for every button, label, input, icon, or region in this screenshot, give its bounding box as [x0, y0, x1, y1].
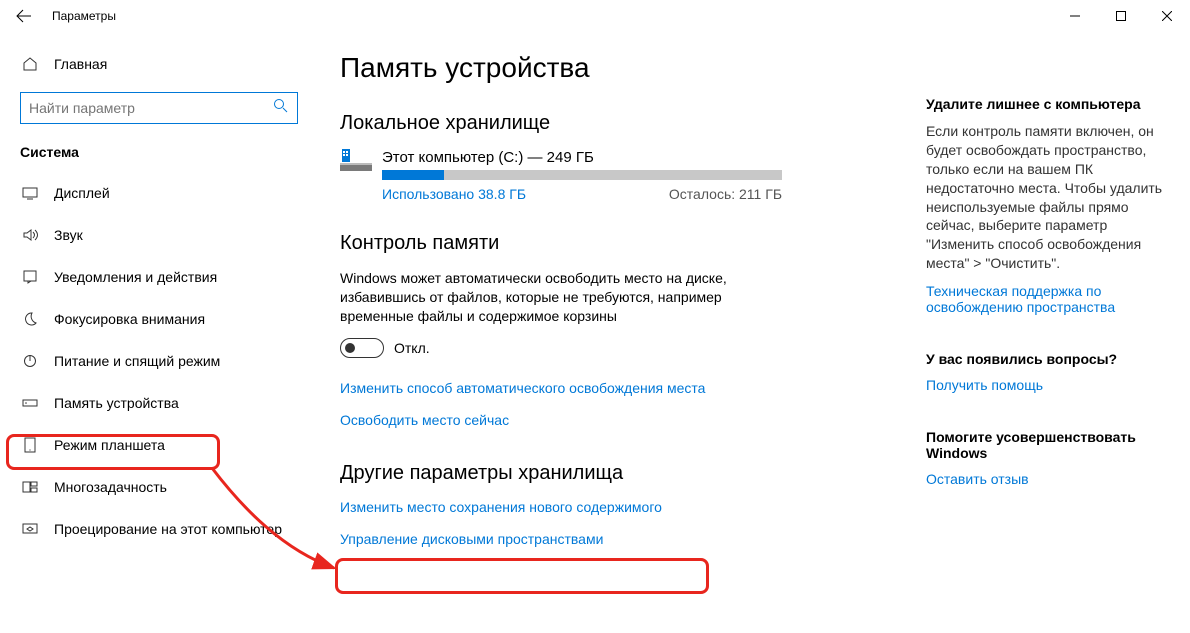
nav-label: Проецирование на этот компьютер	[54, 521, 282, 537]
storage-sense-toggle[interactable]	[340, 338, 384, 358]
storage-sense-desc: Windows может автоматически освободить м…	[340, 269, 770, 326]
home-label: Главная	[54, 56, 107, 72]
nav-projecting[interactable]: Проецирование на этот компьютер	[14, 508, 298, 550]
project-icon	[20, 521, 40, 537]
home-icon	[20, 56, 40, 72]
nav-focus[interactable]: Фокусировка внимания	[14, 298, 298, 340]
right-link-support[interactable]: Техническая поддержка по освобождению пр…	[926, 283, 1166, 315]
right-link-help[interactable]: Получить помощь	[926, 377, 1166, 393]
window-title: Параметры	[52, 9, 1052, 23]
nav-label: Дисплей	[54, 185, 110, 201]
power-icon	[20, 353, 40, 369]
search-icon	[273, 98, 289, 119]
right-title-questions: У вас появились вопросы?	[926, 351, 1166, 367]
tablet-icon	[20, 437, 40, 453]
drive-progress	[382, 170, 782, 180]
nav-storage[interactable]: Память устройства	[14, 382, 298, 424]
nav-notifications[interactable]: Уведомления и действия	[14, 256, 298, 298]
notification-icon	[20, 269, 40, 285]
maximize-icon	[1116, 11, 1126, 21]
minimize-icon	[1070, 11, 1080, 21]
right-title-feedback: Помогите усовершенствовать Windows	[926, 429, 1166, 461]
search-input[interactable]	[20, 92, 298, 124]
toggle-knob	[345, 343, 355, 353]
right-text-cleanup: Если контроль памяти включен, он будет о…	[926, 122, 1166, 273]
drive-icon	[340, 149, 372, 173]
nav-label: Уведомления и действия	[54, 269, 217, 285]
arrow-left-icon	[16, 8, 32, 24]
drive-progress-fill	[382, 170, 444, 180]
maximize-button[interactable]	[1098, 0, 1144, 32]
window-controls	[1052, 0, 1190, 32]
close-button[interactable]	[1144, 0, 1190, 32]
nav-power[interactable]: Питание и спящий режим	[14, 340, 298, 382]
multitask-icon	[20, 479, 40, 495]
right-link-feedback[interactable]: Оставить отзыв	[926, 471, 1166, 487]
display-icon	[20, 185, 40, 201]
titlebar: Параметры	[0, 0, 1190, 32]
group-header-system: Система	[20, 144, 298, 160]
toggle-state-label: Откл.	[394, 340, 430, 356]
minimize-button[interactable]	[1052, 0, 1098, 32]
drive-title: Этот компьютер (C:) — 249 ГБ	[382, 149, 792, 166]
back-button[interactable]	[8, 0, 40, 32]
right-title-cleanup: Удалите лишнее с компьютера	[926, 96, 1166, 112]
nav-tablet[interactable]: Режим планшета	[14, 424, 298, 466]
right-pane: Удалите лишнее с компьютера Если контрол…	[926, 96, 1166, 523]
search-field[interactable]	[29, 100, 273, 116]
storage-icon	[20, 395, 40, 411]
nav-sound[interactable]: Звук	[14, 214, 298, 256]
sound-icon	[20, 227, 40, 243]
moon-icon	[20, 311, 40, 327]
nav-label: Многозадачность	[54, 479, 167, 495]
drive-used[interactable]: Использовано 38.8 ГБ	[382, 186, 526, 202]
drive-free: Осталось: 211 ГБ	[669, 186, 782, 202]
page-title: Память устройства	[340, 52, 1190, 84]
nav-multitask[interactable]: Многозадачность	[14, 466, 298, 508]
nav-label: Звук	[54, 227, 83, 243]
close-icon	[1162, 11, 1172, 21]
link-manage-storage-spaces[interactable]: Управление дисковыми пространствами	[340, 531, 1190, 547]
sidebar: Главная Система Дисплей Звук Уведомления…	[0, 32, 318, 550]
nav-display[interactable]: Дисплей	[14, 172, 298, 214]
home-nav[interactable]: Главная	[20, 46, 298, 82]
nav-label: Режим планшета	[54, 437, 165, 453]
nav-label: Питание и спящий режим	[54, 353, 220, 369]
nav-label: Память устройства	[54, 395, 179, 411]
nav-label: Фокусировка внимания	[54, 311, 205, 327]
